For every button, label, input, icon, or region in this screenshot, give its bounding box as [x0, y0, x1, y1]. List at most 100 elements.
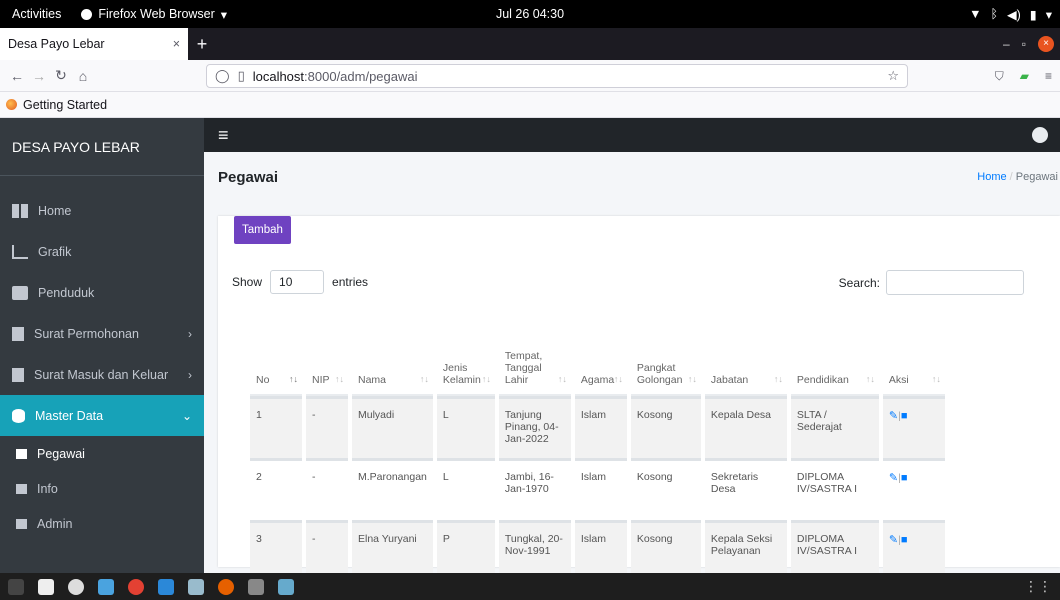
edit-icon[interactable]: ✎ — [889, 410, 898, 422]
hamburger-menu-icon[interactable]: ≡ — [1045, 69, 1052, 83]
actions-cell: ✎|■ — [882, 458, 945, 520]
show-apps-icon[interactable]: ⋮⋮ — [1024, 578, 1052, 595]
caret-down-icon: ▾ — [220, 7, 228, 22]
edit-icon[interactable]: ✎ — [889, 534, 898, 546]
breadcrumb-home[interactable]: Home — [977, 171, 1006, 183]
delete-icon[interactable]: ■ — [901, 410, 908, 422]
table-cell: Kosong — [630, 520, 701, 573]
delete-icon[interactable]: ■ — [901, 472, 908, 484]
maximize-icon[interactable]: ▫ — [1022, 37, 1026, 51]
search-input[interactable] — [886, 270, 1024, 295]
column-header[interactable]: Aksi ↑↓ — [882, 314, 945, 396]
entries-select[interactable]: 10 — [270, 270, 325, 294]
app-icon[interactable] — [278, 578, 294, 595]
bookmark-getting-started[interactable]: Getting Started — [23, 98, 107, 112]
system-tray[interactable]: ▼ ᛒ ◀) ▮ ▾ — [969, 0, 1052, 28]
vscode-icon[interactable] — [158, 578, 174, 595]
entries-length: Show 10 entries — [232, 270, 368, 294]
sidebar: DESA PAYO LEBAR Home Grafik Penduduk Sur… — [0, 118, 204, 573]
entries-label: entries — [332, 275, 369, 289]
pocket-icon[interactable]: ⛉ — [995, 69, 1004, 84]
column-header[interactable]: Pendidikan ↑↓ — [790, 314, 879, 396]
file-icon — [12, 367, 24, 382]
column-header[interactable]: NIP ↑↓ — [306, 314, 348, 396]
wifi-icon: ▼ — [969, 7, 982, 21]
table-cell: Kosong — [630, 458, 701, 520]
table-cell: Islam — [574, 520, 627, 573]
table-cell: - — [306, 458, 348, 520]
forward-icon[interactable]: → — [28, 68, 50, 84]
web-app: DESA PAYO LEBAR Home Grafik Penduduk Sur… — [0, 118, 1060, 573]
app-menu[interactable]: Firefox Web Browser ▾ — [71, 7, 227, 22]
tab-strip: Desa Payo Lebar × + – ▫ × — [0, 28, 1060, 60]
table-cell: 1 — [250, 396, 302, 458]
sidebar-item-home[interactable]: Home — [0, 190, 204, 231]
column-header[interactable]: Nama ↑↓ — [352, 314, 433, 396]
column-header[interactable]: Agama ↑↓ — [574, 314, 627, 396]
table-row: 2 - M.Paronangan L Jambi, 16-Jan-1970 Is… — [250, 458, 945, 520]
app-icon[interactable] — [248, 578, 264, 595]
tracking-shield-icon[interactable]: ◯ — [215, 68, 230, 84]
firefox-icon[interactable] — [218, 578, 234, 595]
bluetooth-icon: ᛒ — [990, 7, 999, 21]
app-icon[interactable] — [188, 578, 204, 595]
sidebar-item-label: Grafik — [38, 244, 72, 259]
chevron-right-icon: › — [188, 367, 192, 382]
close-tab-icon[interactable]: × — [173, 37, 180, 51]
browser-tab[interactable]: Desa Payo Lebar × — [0, 28, 188, 60]
sidebar-subitem-info[interactable]: Info — [0, 471, 204, 506]
table-cell: Jambi, 16-Jan-1970 — [498, 458, 571, 520]
brand-link[interactable]: DESA PAYO LEBAR — [0, 118, 204, 176]
chrome-icon[interactable] — [128, 578, 144, 595]
user-plus-icon — [12, 285, 28, 300]
table-cell: Tungkal, 20-Nov-1991 — [498, 520, 571, 573]
tray-menu-icon: ▾ — [1045, 7, 1052, 22]
bookmark-star-icon[interactable]: ☆ — [887, 68, 899, 84]
sidebar-toggle-icon[interactable]: ≡ — [218, 125, 229, 146]
window-close-icon[interactable]: × — [1038, 36, 1054, 52]
column-header[interactable]: Jenis Kelamin ↑↓ — [436, 314, 495, 396]
sidebar-subitem-admin[interactable]: Admin — [0, 506, 204, 541]
table-cell: 2 — [250, 458, 302, 520]
url-path: :8000/adm/pegawai — [304, 68, 418, 84]
clock[interactable]: Jul 26 04:30 — [496, 7, 564, 21]
sidebar-item-surat-masuk-keluar[interactable]: Surat Masuk dan Keluar › — [0, 354, 204, 395]
sidebar-item-surat-permohonan[interactable]: Surat Permohonan › — [0, 313, 204, 354]
sidebar-item-penduduk[interactable]: Penduduk — [0, 272, 204, 313]
table-cell: DIPLOMA IV/SASTRA I — [790, 458, 879, 520]
new-tab-button[interactable]: + — [188, 28, 216, 60]
delete-icon[interactable]: ■ — [901, 534, 908, 546]
column-header[interactable]: No ↑↓ — [250, 314, 302, 396]
home-icon[interactable]: ⌂ — [72, 68, 94, 84]
breadcrumb-current: Pegawai — [1015, 171, 1058, 183]
settings-icon[interactable] — [68, 578, 84, 595]
table-cell: L — [436, 396, 495, 458]
back-icon[interactable]: ← — [6, 68, 28, 84]
url-bar[interactable]: ◯ ▯ localhost:8000/adm/pegawai ☆ — [206, 64, 908, 88]
terminal-icon[interactable] — [8, 578, 24, 595]
sidebar-subitem-pegawai[interactable]: Pegawai — [0, 436, 204, 471]
top-navbar: ≡ — [204, 118, 1060, 152]
column-header[interactable]: Pangkat Golongan ↑↓ — [630, 314, 701, 396]
list-icon — [16, 518, 27, 529]
edit-icon[interactable]: ✎ — [889, 472, 898, 484]
page-info-icon[interactable]: ▯ — [238, 68, 245, 84]
sidebar-item-master-data[interactable]: Master Data ⌄ — [0, 395, 204, 436]
battery-icon: ▮ — [1029, 7, 1037, 22]
column-header[interactable]: Tempat, Tanggal Lahir ↑↓ — [498, 314, 571, 396]
sidebar-item-label: Home — [38, 203, 72, 218]
table-cell: Kosong — [630, 396, 701, 458]
column-header[interactable]: Jabatan ↑↓ — [704, 314, 787, 396]
chevron-right-icon: › — [188, 326, 192, 341]
reload-icon[interactable]: ↻ — [50, 67, 72, 84]
sidebar-subitem-label: Info — [37, 481, 58, 496]
activities-button[interactable]: Activities — [0, 7, 71, 21]
add-button[interactable]: Tambah — [234, 216, 291, 244]
minimize-icon[interactable]: – — [1003, 37, 1010, 51]
sidebar-item-grafik[interactable]: Grafik — [0, 231, 204, 272]
app-icon[interactable] — [98, 578, 114, 595]
files-icon[interactable] — [38, 578, 54, 595]
extension-icon[interactable]: ▰ — [1020, 69, 1029, 83]
user-avatar[interactable] — [1032, 127, 1048, 143]
firefox-icon — [6, 99, 17, 110]
